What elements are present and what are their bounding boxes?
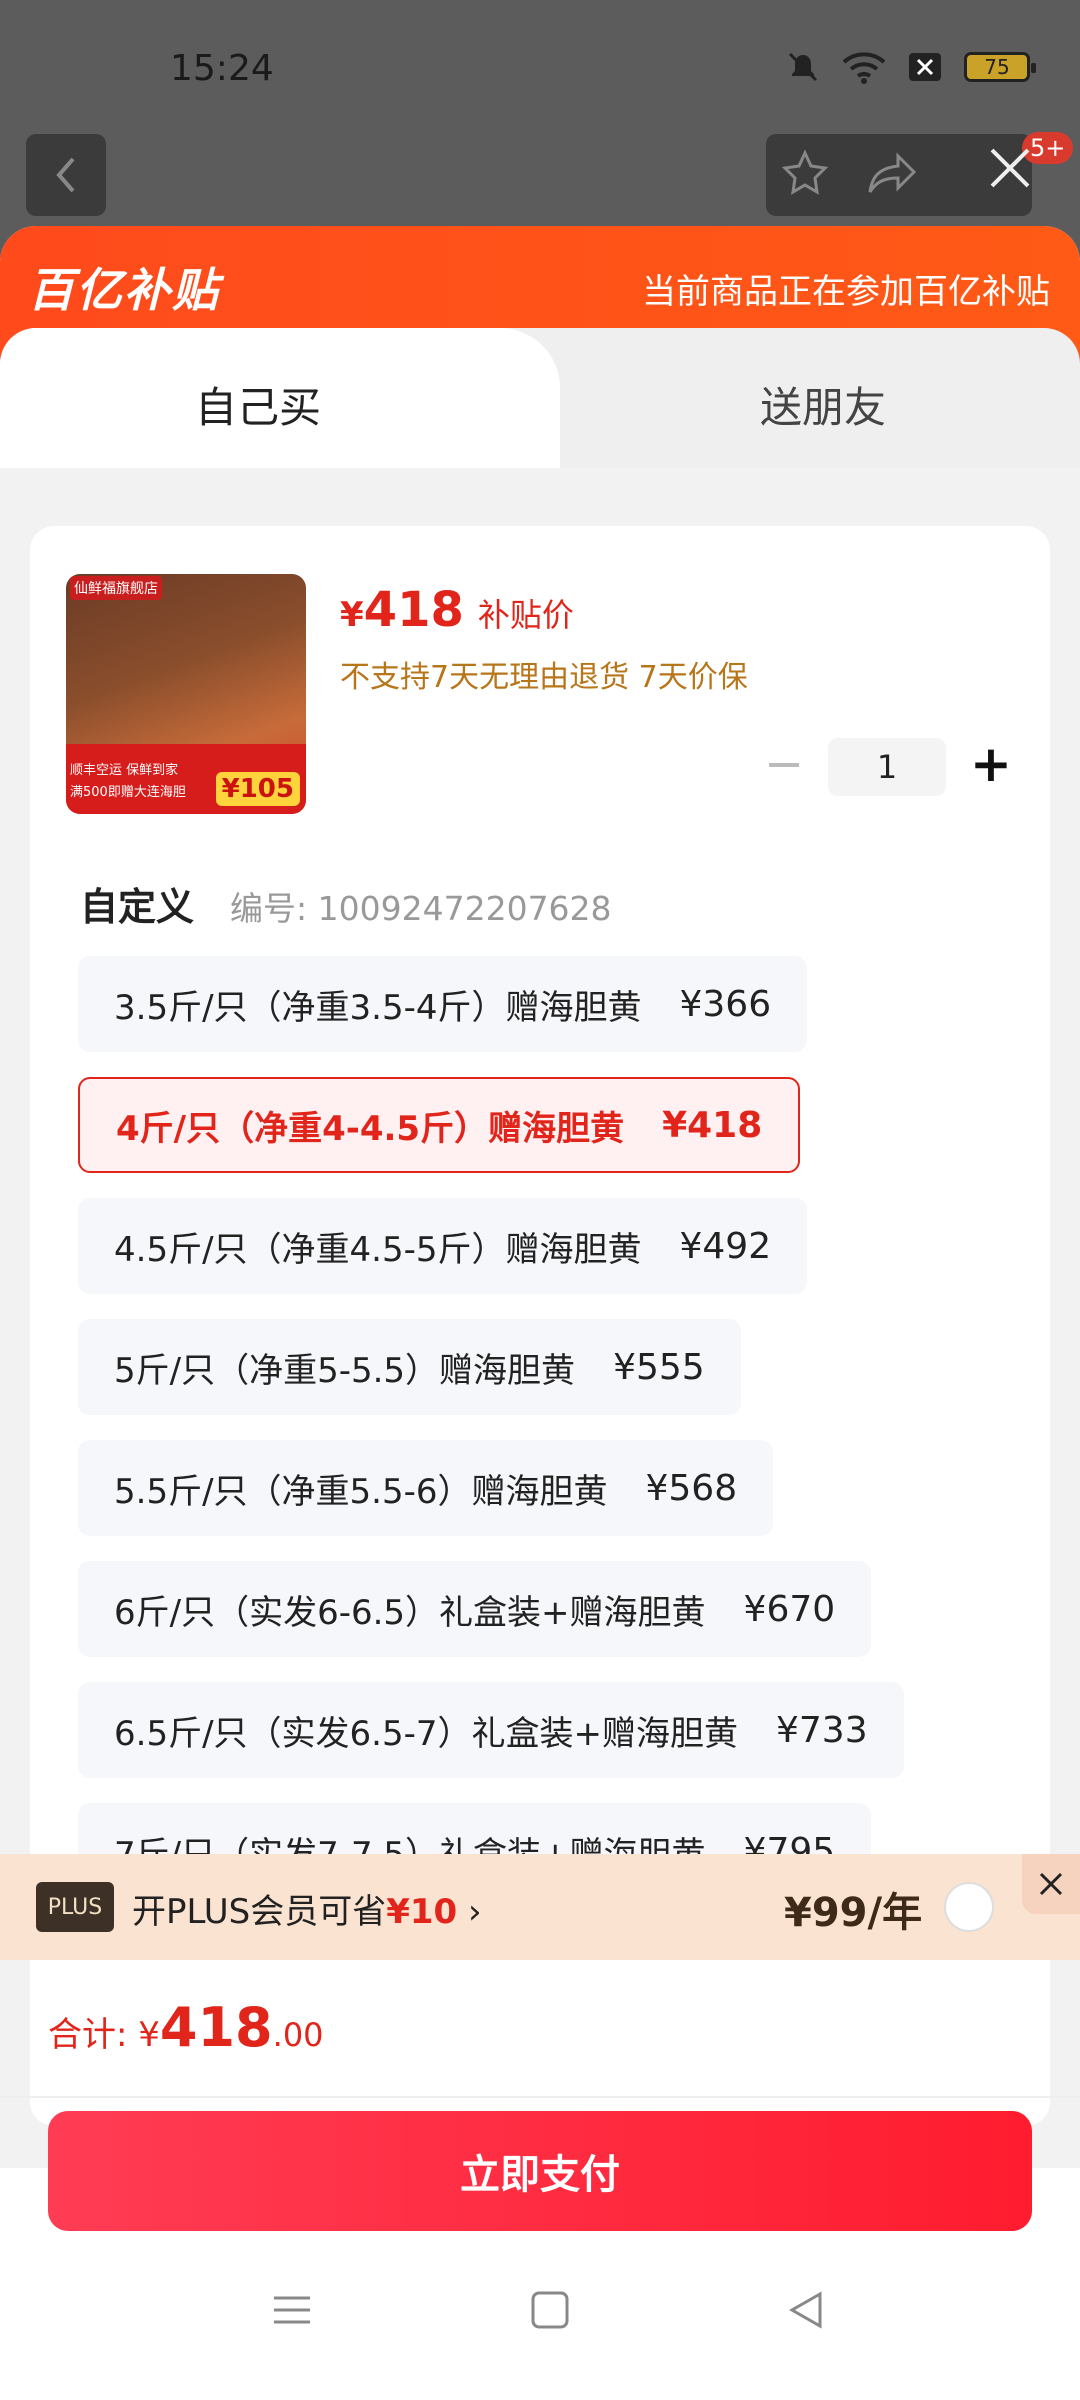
mute-icon [786, 50, 820, 84]
thumb-text-1: 顺丰空运 保鲜到家 [70, 763, 179, 778]
price-label: 补贴价 [477, 596, 574, 634]
price-row: ¥418 补贴价 [340, 582, 574, 638]
spec-title: 自定义 [80, 885, 195, 929]
wifi-icon [842, 50, 886, 84]
quantity-input[interactable]: 1 [828, 738, 946, 796]
home-nav-button[interactable] [530, 2290, 570, 2334]
purchase-tabs: 送朋友 自己买 [0, 328, 1080, 488]
option-label: 3.5斤/只（净重3.5-4斤）赠海胆黄 [114, 987, 642, 1028]
plus-price: ¥99/年 [784, 1890, 923, 1936]
chevron-left-icon [56, 157, 75, 193]
spec-id: 编号: 10092472207628 [230, 889, 612, 928]
tab-gift-label: 送朋友 [760, 383, 887, 432]
spec-option[interactable]: 5斤/只（净重5-5.5）赠海胆黄 ¥555 [78, 1319, 741, 1415]
spec-option[interactable]: 4.5斤/只（净重4.5-5斤）赠海胆黄 ¥492 [78, 1198, 808, 1294]
status-icons: 75 [786, 50, 1036, 84]
option-price: ¥670 [743, 1588, 836, 1630]
option-label: 6斤/只（实发6-6.5）礼盒装+赠海胆黄 [114, 1592, 706, 1633]
menu-nav-button[interactable] [272, 2290, 312, 2334]
favorite-button[interactable] [780, 148, 830, 202]
share-icon [868, 152, 917, 193]
plus-text: 开PLUS会员可省¥10 › [132, 1884, 482, 1933]
option-label: 4斤/只（净重4-4.5斤）赠海胆黄 [116, 1108, 625, 1149]
thumb-text-2: 满500即赠大连海胆 [70, 785, 186, 800]
menu-icon [274, 2296, 310, 2324]
share-button[interactable] [866, 148, 920, 202]
status-bar: 15:24 75 [0, 0, 1080, 130]
purchase-sheet: 百亿补贴 当前商品正在参加百亿补贴 送朋友 自己买 仙鲜福旗舰店 顺丰空运 保鲜… [0, 226, 1080, 2400]
plus-tag: PLUS [36, 1882, 114, 1932]
sim-icon [908, 52, 942, 82]
total-row: 合计: ¥418.00 [48, 1996, 324, 2059]
close-button[interactable] [980, 138, 1040, 198]
increase-button[interactable]: + [970, 739, 1012, 789]
tab-self[interactable]: 自己买 [0, 328, 560, 488]
thumb-shop-label: 仙鲜福旗舰店 [70, 576, 162, 600]
back-nav-button[interactable] [786, 2290, 826, 2334]
product-image[interactable]: 仙鲜福旗舰店 顺丰空运 保鲜到家 满500即赠大连海胆 ¥105 [66, 574, 306, 814]
home-icon [531, 2291, 569, 2329]
spec-options: 3.5斤/只（净重3.5-4斤）赠海胆黄 ¥366 4斤/只（净重4-4.5斤）赠… [78, 956, 1018, 1924]
system-nav-bar [0, 2290, 1080, 2360]
tab-self-label: 自己买 [195, 383, 322, 432]
option-price: ¥568 [645, 1467, 738, 1509]
spec-option[interactable]: 6.5斤/只（实发6.5-7）礼盒装+赠海胆黄 ¥733 [78, 1682, 904, 1778]
option-label: 5.5斤/只（净重5.5-6）赠海胆黄 [114, 1471, 608, 1512]
total-label: 合计: [48, 2015, 139, 2055]
total-amount: 418 [159, 1996, 273, 2059]
close-icon [1039, 1872, 1063, 1896]
option-label: 6.5斤/只（实发6.5-7）礼盒装+赠海胆黄 [114, 1713, 738, 1754]
total-decimals: .00 [272, 2016, 324, 2054]
option-label: 5斤/只（净重5-5.5）赠海胆黄 [114, 1350, 576, 1391]
back-button[interactable] [26, 134, 106, 216]
product-price: 418 [363, 582, 464, 638]
status-time: 15:24 [170, 48, 274, 89]
option-price: ¥418 [662, 1104, 763, 1146]
return-policy: 不支持7天无理由退货 7天价保 [340, 660, 748, 695]
price-currency: ¥ [340, 595, 364, 635]
thumb-price: ¥105 [215, 772, 300, 806]
battery-icon: 75 [964, 52, 1036, 82]
total-currency: ¥ [138, 2015, 160, 2055]
plus-radio[interactable] [944, 1882, 994, 1932]
plus-text-label: 开PLUS会员可省 [132, 1892, 387, 1932]
decrease-button[interactable]: − [764, 740, 804, 788]
plus-save-amount: ¥10 [386, 1892, 458, 1932]
option-price: ¥366 [679, 983, 772, 1025]
plus-close-button[interactable] [1022, 1854, 1080, 1914]
option-price: ¥555 [613, 1346, 705, 1388]
quantity-stepper: − 1 + [764, 738, 1012, 796]
back-triangle-icon [788, 2291, 822, 2329]
option-label: 4.5斤/只（净重4.5-5斤）赠海胆黄 [114, 1229, 642, 1270]
star-icon [781, 149, 829, 195]
option-price: ¥492 [679, 1225, 772, 1267]
spec-option[interactable]: 5.5斤/只（净重5.5-6）赠海胆黄 ¥568 [78, 1440, 774, 1536]
close-icon [990, 148, 1030, 188]
chevron-right-icon: › [468, 1892, 482, 1932]
divider [0, 2096, 1080, 2098]
subsidy-logo: 百亿补贴 [28, 263, 220, 317]
spec-option-selected[interactable]: 4斤/只（净重4-4.5斤）赠海胆黄 ¥418 [78, 1077, 801, 1173]
option-price: ¥733 [776, 1709, 868, 1751]
banner-note: 当前商品正在参加百亿补贴 [642, 272, 1050, 312]
pay-now-button[interactable]: 立即支付 [48, 2111, 1032, 2231]
spec-option[interactable]: 6斤/只（实发6-6.5）礼盒装+赠海胆黄 ¥670 [78, 1561, 872, 1657]
plus-membership-bar[interactable]: PLUS 开PLUS会员可省¥10 › ¥99/年 [0, 1854, 1080, 1960]
spec-option[interactable]: 3.5斤/只（净重3.5-4斤）赠海胆黄 ¥366 [78, 956, 808, 1052]
